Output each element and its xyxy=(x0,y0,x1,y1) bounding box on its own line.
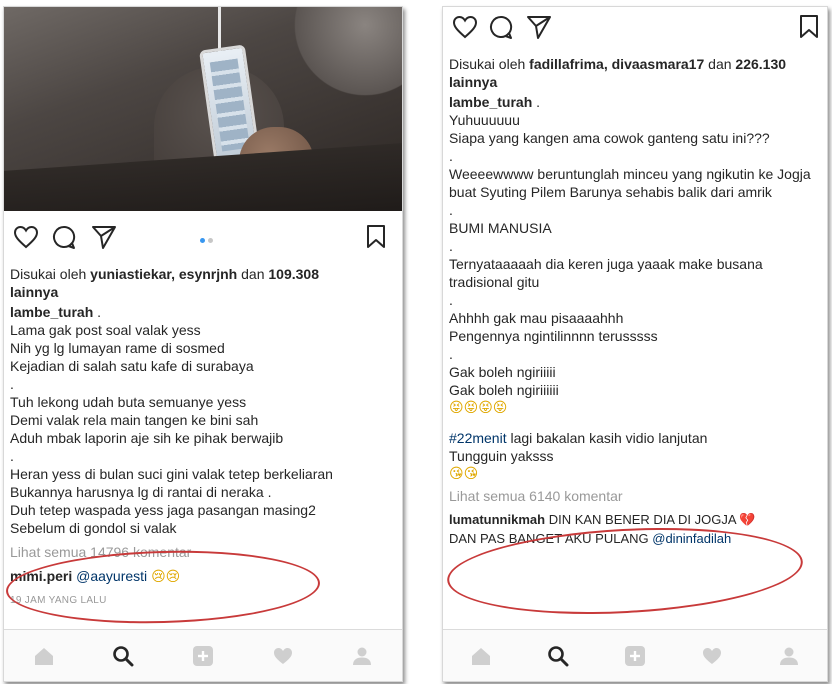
caption-line: Tungguin yaksss xyxy=(449,448,554,464)
activity-heart-icon[interactable] xyxy=(692,636,732,676)
home-icon[interactable] xyxy=(461,636,501,676)
search-icon[interactable] xyxy=(538,636,578,676)
view-all-comments-link[interactable]: Lihat semua 6140 komentar xyxy=(449,487,819,505)
search-icon[interactable] xyxy=(103,636,143,676)
post-action-bar xyxy=(4,219,402,259)
caption-line: Demi valak rela main tangen ke bini sah xyxy=(10,412,259,428)
post-username[interactable]: lambe_turah . xyxy=(449,93,819,111)
paper-plane-icon[interactable] xyxy=(525,13,553,41)
hashtag-link[interactable]: #22menit xyxy=(449,430,507,446)
right-post-screen: Disukai oleh fadillafrima, divaasmara17 … xyxy=(442,6,828,682)
caption-line: Duh tetep waspada yess jaga pasangan mas… xyxy=(10,502,316,518)
caption-hashtag-line: #22menit lagi bakalan kasih vidio lanjut… xyxy=(449,430,708,446)
heart-outline-icon[interactable] xyxy=(12,223,40,251)
post-details: Disukai oleh fadillafrima, divaasmara17 … xyxy=(449,55,819,548)
video-cable xyxy=(218,7,221,53)
profile-icon[interactable] xyxy=(342,636,382,676)
caption-line: Kejadian di salah satu kafe di surabaya xyxy=(10,358,254,374)
caption-line: Ahhhh gak mau pisaaaahhh xyxy=(449,310,624,326)
kiss-emoji-line: 😘😘 xyxy=(449,466,479,482)
caption-line: BUMI MANUSIA xyxy=(449,220,552,236)
caption-line: Ternyataaaaah dia keren juga yaaak make … xyxy=(449,256,767,290)
post-action-bar xyxy=(443,9,827,49)
caption-line: Pengennya ngintilinnnn terusssss xyxy=(449,328,658,344)
caption-line: Aduh mbak laporin aje sih ke pihak berwa… xyxy=(10,430,284,446)
caption-line: Siapa yang kangen ama cowok ganteng satu… xyxy=(449,130,770,146)
bottom-navigation xyxy=(443,629,827,681)
comment-bubble-icon[interactable] xyxy=(50,223,78,251)
post-caption: Lama gak post soal valak yess Nih yg lg … xyxy=(10,321,394,537)
caption-line: . xyxy=(449,292,453,308)
caption-line: Gak boleh ngiriiiiii xyxy=(449,382,559,398)
profile-icon[interactable] xyxy=(769,636,809,676)
post-video[interactable] xyxy=(4,7,402,211)
bookmark-icon[interactable] xyxy=(797,13,821,41)
likes-summary[interactable]: Disukai oleh fadillafrima, divaasmara17 … xyxy=(449,55,819,91)
caption-line: Gak boleh ngiriiiii xyxy=(449,364,556,380)
heart-outline-icon[interactable] xyxy=(451,13,479,41)
broken-heart-emoji: 💔 xyxy=(739,513,756,528)
carousel-indicator xyxy=(200,238,213,243)
caption-line: Nih yg lg lumayan rame di sosmed xyxy=(10,340,225,356)
caption-line: . xyxy=(10,376,14,392)
caption-line: Tuh lekong udah buta semuanye yess xyxy=(10,394,247,410)
bookmark-icon[interactable] xyxy=(364,223,388,251)
caption-line: Heran yess di bulan suci gini valak tete… xyxy=(10,466,333,482)
left-post-screen: Disukai oleh yuniastiekar, esynrjnh dan … xyxy=(3,6,403,682)
caption-line: Sebelum di gondol si valak xyxy=(10,520,177,536)
comment-bubble-icon[interactable] xyxy=(487,13,515,41)
home-icon[interactable] xyxy=(24,636,64,676)
bottom-navigation xyxy=(4,629,402,681)
video-background xyxy=(274,7,402,97)
caption-line: . xyxy=(449,346,453,362)
post-caption: Yuhuuuuuu Siapa yang kangen ama cowok ga… xyxy=(449,111,819,417)
caption-line: Weeeewwww beruntunglah minceu yang ngiku… xyxy=(449,166,815,200)
add-post-icon[interactable] xyxy=(183,636,223,676)
caption-line: . xyxy=(449,202,453,218)
caption-line: . xyxy=(449,238,453,254)
add-post-icon[interactable] xyxy=(615,636,655,676)
caption-line: Bukannya harusnya lg di rantai di neraka… xyxy=(10,484,272,500)
post-username[interactable]: lambe_turah . xyxy=(10,303,394,321)
activity-heart-icon[interactable] xyxy=(263,636,303,676)
likes-summary[interactable]: Disukai oleh yuniastiekar, esynrjnh dan … xyxy=(10,265,394,301)
caption-line: Yuhuuuuuu xyxy=(449,112,520,128)
paper-plane-icon[interactable] xyxy=(90,223,118,251)
tongue-emoji-line: 😝😝😝😝 xyxy=(449,400,508,416)
comment-username[interactable]: lumatunnikmah xyxy=(449,512,545,527)
caption-line: . xyxy=(449,148,453,164)
caption-line: Lama gak post soal valak yess xyxy=(10,322,201,338)
caption-line: . xyxy=(10,448,14,464)
